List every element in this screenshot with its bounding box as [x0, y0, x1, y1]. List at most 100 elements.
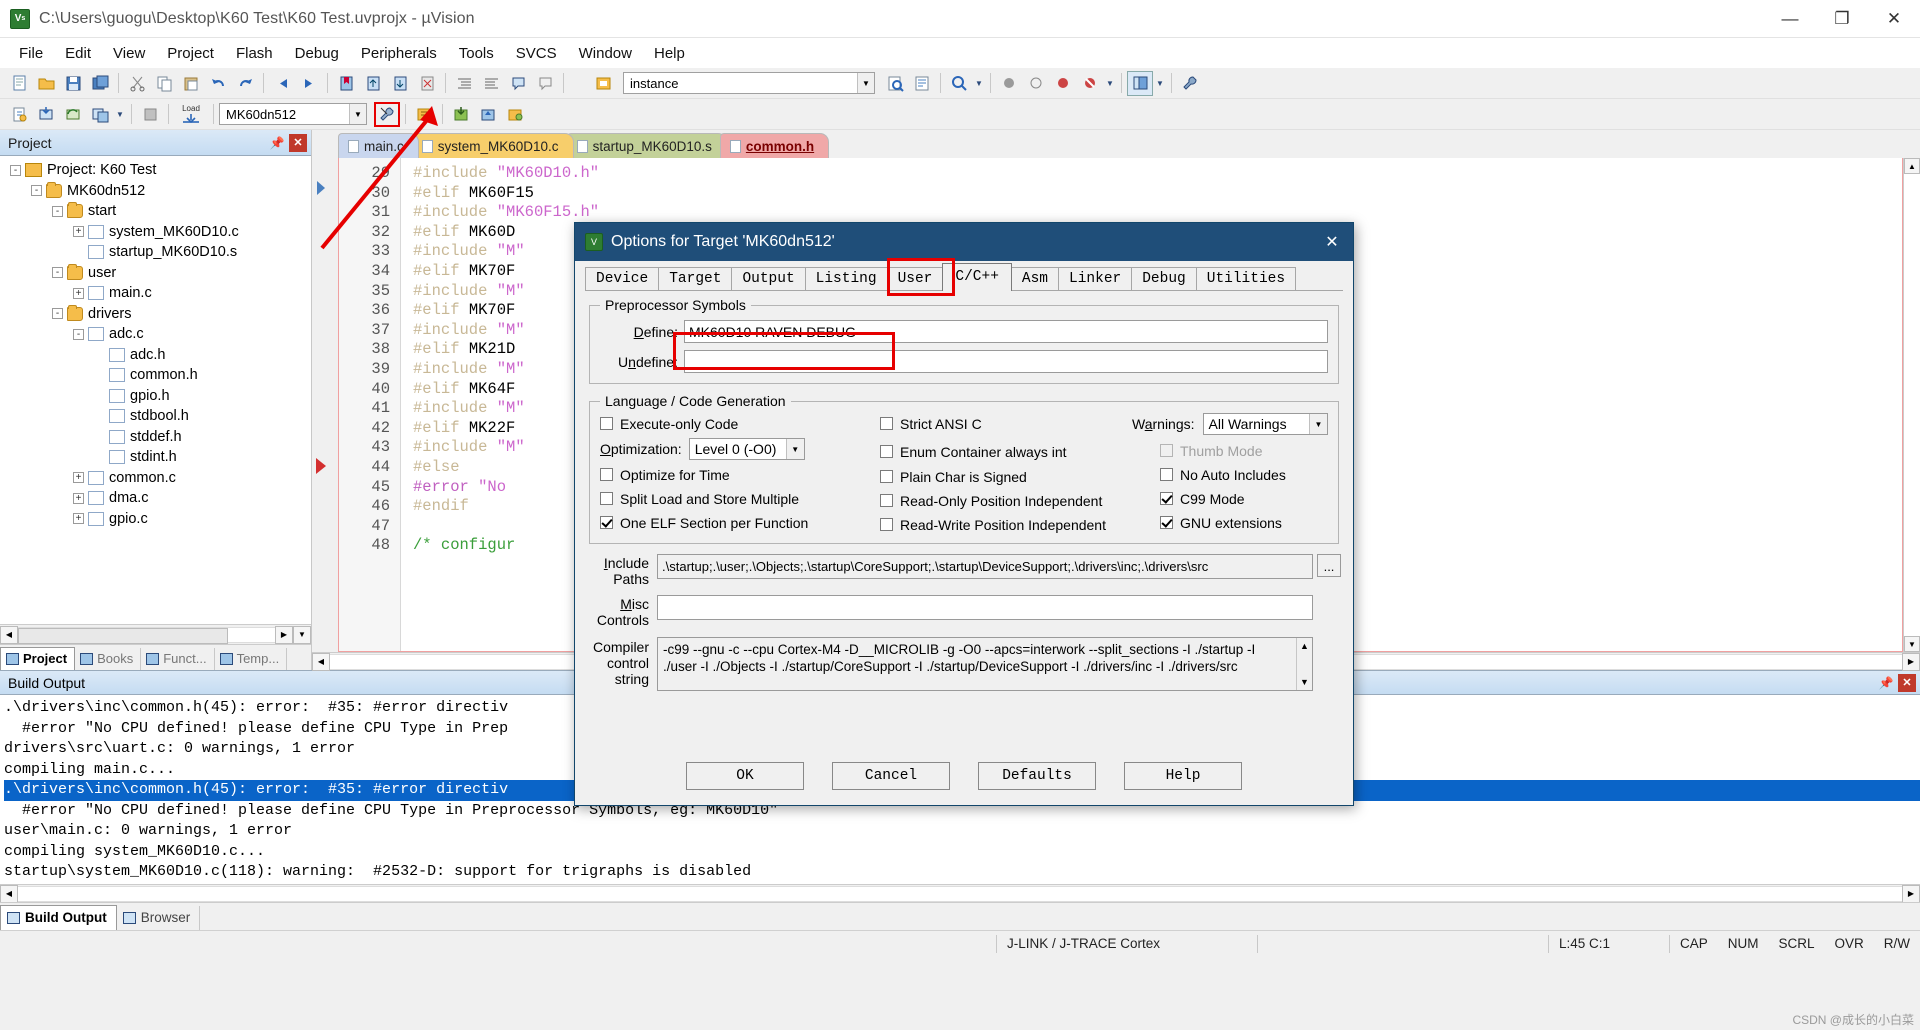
- project-tab-funct[interactable]: Funct...: [141, 648, 215, 670]
- project-tab-temp[interactable]: Temp...: [215, 648, 288, 670]
- manage-components-icon[interactable]: [411, 102, 437, 127]
- chevron-down-icon[interactable]: ▼: [857, 73, 874, 93]
- optimization-select[interactable]: Level 0 (-O0) ▼: [688, 438, 805, 460]
- copy-icon[interactable]: [151, 71, 177, 96]
- comment-icon[interactable]: [505, 71, 531, 96]
- bookmark-clear-icon[interactable]: [414, 71, 440, 96]
- hscroll-track[interactable]: [18, 626, 275, 644]
- breakpoint-empty-icon[interactable]: [1023, 71, 1049, 96]
- menu-file[interactable]: File: [8, 41, 54, 66]
- tree-item[interactable]: + common.c: [0, 468, 311, 489]
- editor-tab-startup-mk60d10-s[interactable]: startup_MK60D10.s: [566, 133, 727, 158]
- optimization-chevron-down-icon[interactable]: ▼: [785, 439, 804, 459]
- outdent-icon[interactable]: [478, 71, 504, 96]
- tree-item[interactable]: adc.h: [0, 345, 311, 366]
- rebuild-icon[interactable]: [60, 102, 86, 127]
- save-all-icon[interactable]: [87, 71, 113, 96]
- build-hscrollbar[interactable]: ◀ ▶: [0, 884, 1920, 903]
- scroll-down-icon[interactable]: ▼: [293, 625, 311, 644]
- gnu-extensions-checkbox[interactable]: [1160, 516, 1173, 529]
- dialog-tab-asm[interactable]: Asm: [1010, 267, 1060, 291]
- minimize-button[interactable]: —: [1764, 0, 1816, 38]
- breakpoint-clear-icon[interactable]: [1077, 71, 1103, 96]
- project-tab-project[interactable]: Project: [0, 647, 76, 670]
- redo-icon[interactable]: [232, 71, 258, 96]
- tree-item[interactable]: + system_MK60D10.c: [0, 222, 311, 243]
- editor-vscrollbar[interactable]: ▲ ▼: [1903, 158, 1920, 652]
- build-output-line[interactable]: /* WDOG_STCTRLH: ??=0,DISTESTWDOG=0,BYTE…: [4, 883, 1920, 885]
- build-dropdown-icon[interactable]: ▼: [114, 102, 126, 127]
- build-output-line[interactable]: startup\system_MK60D10.c(118): warning: …: [4, 862, 1920, 883]
- checkbox-no-auto-includes[interactable]: No Auto Includes: [1160, 464, 1328, 485]
- window-layout-icon[interactable]: [1127, 70, 1153, 96]
- target-chevron-down-icon[interactable]: ▼: [349, 104, 366, 124]
- dialog-tab-debug[interactable]: Debug: [1131, 267, 1197, 291]
- c99-mode-checkbox[interactable]: [1160, 492, 1173, 505]
- dialog-tab-listing[interactable]: Listing: [804, 267, 888, 291]
- tree-expand-icon[interactable]: +: [73, 492, 84, 504]
- split-load-store-checkbox[interactable]: [600, 492, 613, 505]
- checkbox-read-only-pi[interactable]: Read-Only Position Independent: [880, 490, 1132, 511]
- build-output-line[interactable]: compiling system_MK60D10.c...: [4, 842, 1920, 863]
- enum-container-checkbox[interactable]: [880, 445, 893, 458]
- editor-scroll-right-icon[interactable]: ▶: [1902, 652, 1920, 671]
- dialog-tab-device[interactable]: Device: [585, 267, 660, 291]
- tree-item[interactable]: - Project: K60 Test: [0, 160, 311, 181]
- plain-char-signed-checkbox[interactable]: [880, 470, 893, 483]
- checkbox-read-write-pi[interactable]: Read-Write Position Independent: [880, 514, 1132, 535]
- pack-installer-icon[interactable]: [448, 102, 474, 127]
- checkbox-plain-char-signed[interactable]: Plain Char is Signed: [880, 466, 1132, 487]
- warnings-select[interactable]: All Warnings ▼: [1202, 413, 1328, 435]
- navigate-back-icon[interactable]: [269, 71, 295, 96]
- dialog-tab-linker[interactable]: Linker: [1058, 267, 1133, 291]
- tree-collapse-icon[interactable]: -: [52, 267, 63, 279]
- tree-collapse-icon[interactable]: -: [31, 185, 42, 197]
- checkbox-optimize-for-time[interactable]: Optimize for Time: [600, 464, 880, 485]
- new-file-icon[interactable]: [6, 71, 32, 96]
- menu-debug[interactable]: Debug: [284, 41, 350, 66]
- navigate-forward-icon[interactable]: [296, 71, 322, 96]
- dialog-tab-output[interactable]: Output: [731, 267, 806, 291]
- project-tree[interactable]: - Project: K60 Test - MK60dn512- start + syste…: [0, 156, 311, 624]
- checkbox-one-elf-section[interactable]: One ELF Section per Function: [600, 512, 880, 533]
- project-tab-books[interactable]: Books: [75, 648, 142, 670]
- checkbox-strict-ansi-c[interactable]: Strict ANSI C: [880, 413, 1132, 434]
- stop-build-icon[interactable]: [137, 102, 163, 127]
- menu-flash[interactable]: Flash: [225, 41, 284, 66]
- menu-window[interactable]: Window: [568, 41, 643, 66]
- build-output-line[interactable]: user\main.c: 0 warnings, 1 error: [4, 821, 1920, 842]
- compiler-control-string-text[interactable]: -c99 --gnu -c --cpu Cortex-M4 -D__MICROL…: [657, 637, 1313, 691]
- compiler-scroll-up-icon[interactable]: ▲: [1297, 638, 1312, 654]
- undefine-input[interactable]: [684, 350, 1328, 373]
- checkbox-gnu-extensions[interactable]: GNU extensions: [1160, 512, 1328, 533]
- bookmark-toggle-icon[interactable]: [333, 71, 359, 96]
- menu-view[interactable]: View: [102, 41, 156, 66]
- define-input[interactable]: MK60D10 RAVEN DEBUG: [684, 320, 1328, 343]
- dialog-tab-user[interactable]: User: [886, 267, 944, 291]
- translate-file-icon[interactable]: [6, 102, 32, 127]
- editor-tab-system-mk60d10-c[interactable]: system_MK60D10.c: [411, 133, 574, 158]
- options-for-target-icon[interactable]: [374, 101, 400, 127]
- tree-item[interactable]: - user: [0, 263, 311, 284]
- maximize-button[interactable]: ❐: [1816, 0, 1868, 38]
- include-paths-input[interactable]: .\startup;.\user;.\Objects;.\startup\Cor…: [657, 554, 1313, 579]
- tree-item[interactable]: common.h: [0, 365, 311, 386]
- scroll-left-icon[interactable]: ◀: [0, 625, 18, 644]
- tree-item[interactable]: + main.c: [0, 283, 311, 304]
- strict-ansi-c-checkbox[interactable]: [880, 417, 893, 430]
- build-scroll-right-icon[interactable]: ▶: [1902, 884, 1920, 903]
- menu-peripherals[interactable]: Peripherals: [350, 41, 448, 66]
- compiler-scroll-down-icon[interactable]: ▼: [1297, 674, 1312, 690]
- hscroll-thumb[interactable]: [18, 627, 228, 644]
- no-auto-includes-checkbox[interactable]: [1160, 468, 1173, 481]
- layout-dropdown-icon[interactable]: ▼: [1154, 71, 1166, 96]
- cancel-button[interactable]: Cancel: [832, 762, 950, 790]
- build-hscroll-track[interactable]: [18, 885, 1902, 902]
- read-write-pi-checkbox[interactable]: [880, 518, 893, 531]
- pin-icon[interactable]: 📌: [268, 134, 286, 152]
- paste-icon[interactable]: [178, 71, 204, 96]
- editor-scroll-up-icon[interactable]: ▲: [1904, 158, 1920, 174]
- compiler-string-scrollbar[interactable]: ▲ ▼: [1296, 638, 1312, 690]
- editor-tab-main-c[interactable]: main.c: [338, 133, 419, 158]
- batch-build-icon[interactable]: [87, 102, 113, 127]
